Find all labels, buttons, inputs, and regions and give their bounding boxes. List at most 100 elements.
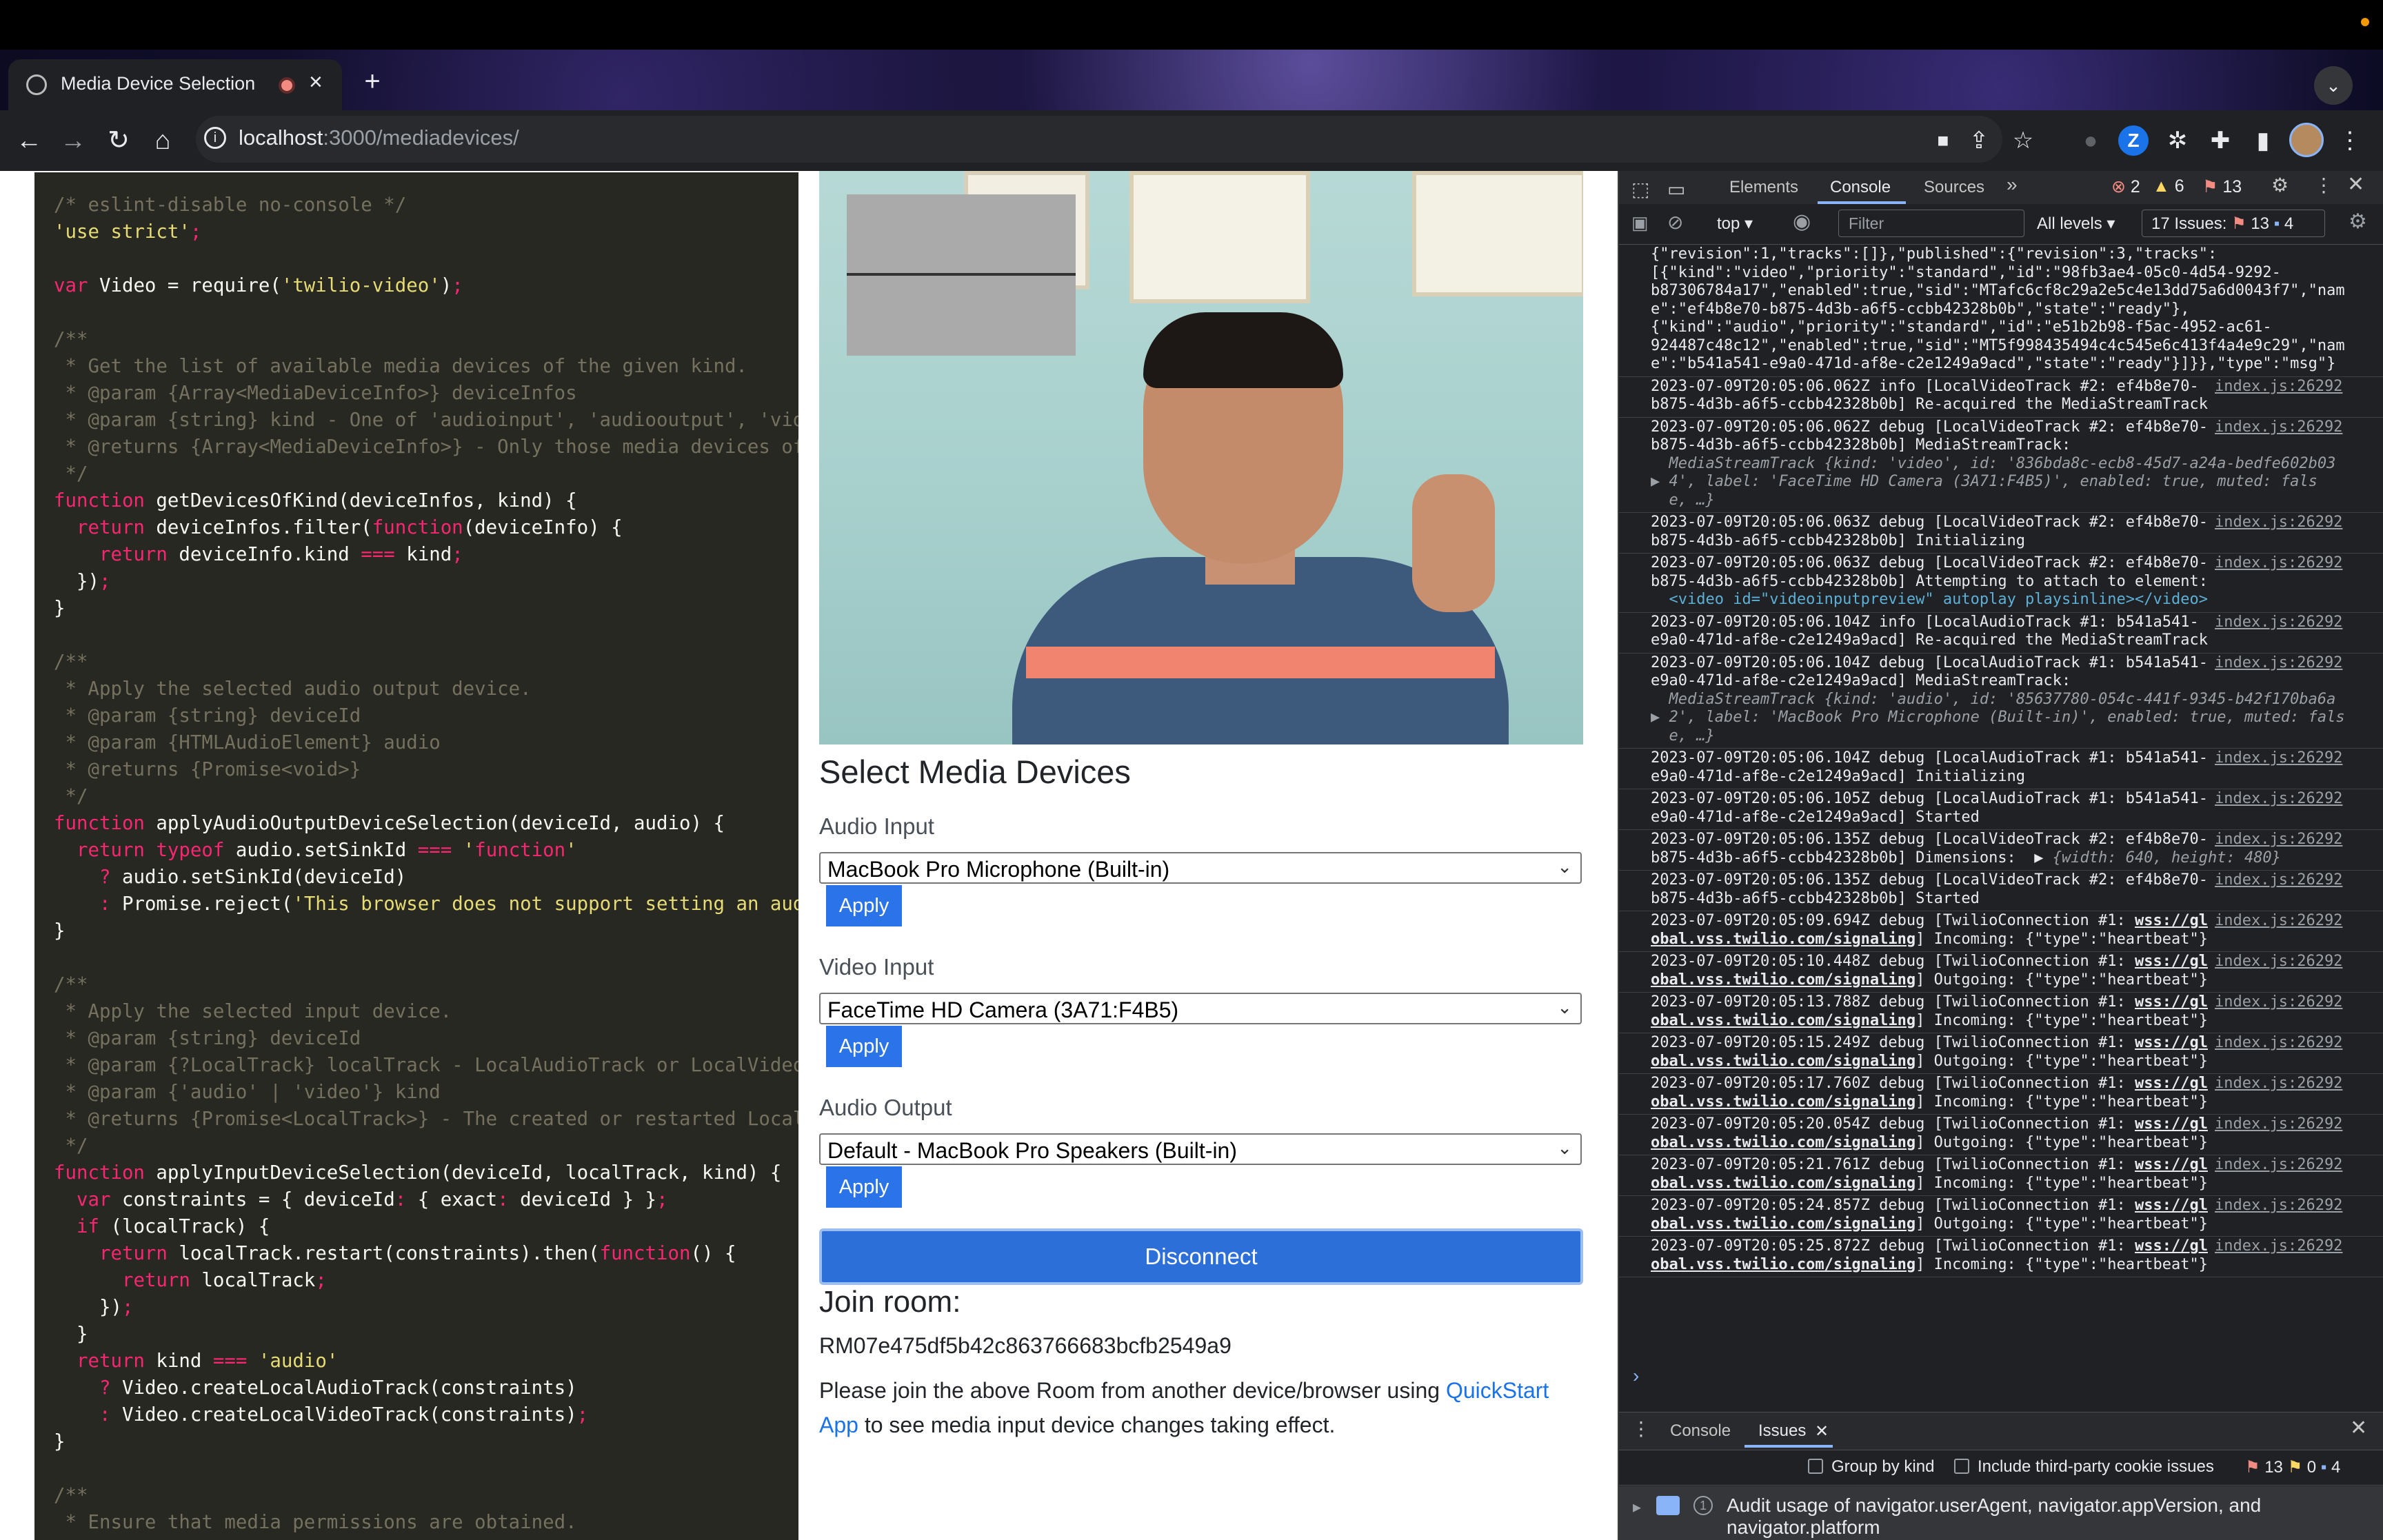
- media-recording-icon: [279, 77, 295, 94]
- tab-console[interactable]: Console: [1830, 178, 1891, 197]
- os-top-bar: [0, 0, 2383, 50]
- close-drawer-icon[interactable]: ✕: [2350, 1416, 2367, 1440]
- video-input-select[interactable]: FaceTime HD Camera (3A71:F4B5) ⌄: [819, 993, 1582, 1024]
- context-select[interactable]: top ▾: [1717, 214, 1753, 234]
- log-levels-select[interactable]: All levels ▾: [2037, 214, 2115, 234]
- code-line: /**: [54, 974, 88, 995]
- third-party-checkbox[interactable]: [1954, 1459, 1969, 1474]
- site-info-icon[interactable]: i: [204, 127, 226, 149]
- source-link[interactable]: index.js:26292: [2215, 1237, 2342, 1255]
- group-by-kind-label: Group by kind: [1831, 1457, 1935, 1476]
- close-devtools-icon[interactable]: ✕: [2347, 172, 2364, 196]
- person-hair: [1143, 312, 1343, 388]
- source-link[interactable]: index.js:26292: [2215, 749, 2342, 767]
- message-separator: [1619, 992, 2383, 993]
- drawer-menu-icon[interactable]: ⋮: [1631, 1417, 1651, 1440]
- camera-icon[interactable]: ■: [1927, 124, 1960, 157]
- device-toggle-icon[interactable]: ▭: [1667, 178, 1685, 201]
- console-filter-input[interactable]: Filter: [1838, 210, 2024, 237]
- source-link[interactable]: index.js:26292: [2215, 790, 2342, 807]
- source-link[interactable]: index.js:26292: [2215, 831, 2342, 848]
- wall-frame: [1129, 171, 1310, 303]
- zoom-extension-icon[interactable]: Z: [2118, 125, 2149, 156]
- tab-elements[interactable]: Elements: [1729, 178, 1798, 197]
- reload-icon[interactable]: ↻: [101, 123, 137, 159]
- issues-summary[interactable]: 17 Issues: ⚑ 13 ▪ 4: [2151, 214, 2293, 234]
- source-link[interactable]: index.js:26292: [2215, 1156, 2342, 1173]
- chevron-down-icon: ⌄: [1557, 1137, 1572, 1158]
- audio-input-select[interactable]: MacBook Pro Microphone (Built-in) ⌄: [819, 852, 1582, 884]
- source-link[interactable]: index.js:26292: [2215, 1075, 2342, 1092]
- drawer-tab-issues[interactable]: Issues: [1758, 1421, 1806, 1441]
- code-line: 'use strict';: [54, 221, 202, 243]
- audio-waveform-line: [847, 273, 1076, 276]
- source-link[interactable]: index.js:26292: [2215, 953, 2342, 970]
- code-line: }: [54, 1431, 66, 1452]
- source-link[interactable]: index.js:26292: [2215, 1197, 2342, 1214]
- source-link[interactable]: index.js:26292: [2215, 654, 2342, 671]
- warning-counter[interactable]: ▲ 6: [2153, 176, 2184, 196]
- source-link[interactable]: index.js:26292: [2215, 1034, 2342, 1051]
- tab-close-icon[interactable]: ×: [309, 69, 323, 96]
- source-link[interactable]: index.js:26292: [2215, 912, 2342, 929]
- apply-audio-input-button[interactable]: Apply: [826, 885, 902, 926]
- clear-console-icon[interactable]: ⊘: [1667, 211, 1683, 234]
- expand-triangle-icon[interactable]: ▸: [1633, 1497, 1641, 1517]
- drawer-tab-console[interactable]: Console: [1670, 1421, 1731, 1441]
- select-value: MacBook Pro Microphone (Built-in): [827, 857, 1170, 882]
- tab-sources[interactable]: Sources: [1924, 178, 1984, 197]
- home-icon[interactable]: ⌂: [145, 123, 181, 159]
- url-text[interactable]: localhost:3000/mediadevices/: [239, 125, 519, 150]
- warning-icon: ▲: [2153, 176, 2170, 196]
- code-line: */: [54, 463, 88, 485]
- new-tab-button[interactable]: +: [357, 66, 388, 97]
- react-devtools-icon[interactable]: ✲: [2161, 124, 2194, 157]
- code-line: * @param {'audio' | 'video'} kind: [54, 1082, 441, 1103]
- source-link[interactable]: index.js:26292: [2215, 418, 2342, 436]
- star-icon[interactable]: ☆: [2007, 124, 2040, 157]
- close-issues-tab-icon[interactable]: ✕: [1815, 1421, 1829, 1441]
- apply-video-input-button[interactable]: Apply: [826, 1026, 902, 1067]
- console-prompt[interactable]: ›: [1633, 1365, 1639, 1387]
- issue-title: Audit usage of navigator.userAgent, navi…: [1727, 1495, 2262, 1538]
- error-counter[interactable]: ⊗ 2: [2111, 176, 2140, 197]
- code-line: * Apply the selected input device.: [54, 1001, 452, 1022]
- code-line: ? Video.createLocalAudioTrack(constraint…: [99, 1377, 577, 1399]
- avatar[interactable]: [2289, 123, 2324, 157]
- message-separator: [1619, 553, 2383, 554]
- source-link[interactable]: index.js:26292: [2215, 871, 2342, 889]
- issue-counter[interactable]: ⚑ 13: [2202, 176, 2242, 197]
- more-tabs-icon[interactable]: »: [2007, 174, 2018, 196]
- back-icon[interactable]: ←: [11, 123, 47, 159]
- source-link[interactable]: index.js:26292: [2215, 514, 2342, 531]
- settings-gear-icon[interactable]: ⚙: [2271, 174, 2289, 196]
- source-link[interactable]: index.js:26292: [2215, 554, 2342, 571]
- code-line: return deviceInfo.kind === kind;: [99, 544, 463, 565]
- page-title: Select Media Devices: [819, 753, 1131, 790]
- devtools-kebab-icon[interactable]: ⋮: [2314, 174, 2333, 196]
- source-link[interactable]: index.js:26292: [2215, 614, 2342, 631]
- source-link[interactable]: index.js:26292: [2215, 993, 2342, 1011]
- share-icon[interactable]: ⇪: [1962, 124, 1995, 157]
- apply-audio-output-button[interactable]: Apply: [826, 1166, 902, 1208]
- inspect-icon[interactable]: ⬚: [1631, 178, 1649, 201]
- message-separator: [1619, 512, 2383, 513]
- puzzle-icon[interactable]: ✚: [2204, 124, 2237, 157]
- code-line: function getDevicesOfKind(deviceInfos, k…: [54, 490, 577, 511]
- sidebar-toggle-icon[interactable]: ▣: [1631, 212, 1649, 234]
- disconnect-button[interactable]: Disconnect: [819, 1228, 1583, 1285]
- code-line: return deviceInfos.filter(function(devic…: [76, 517, 623, 538]
- audio-output-select[interactable]: Default - MacBook Pro Speakers (Built-in…: [819, 1133, 1582, 1165]
- source-code: /* eslint-disable no-console */ 'use str…: [34, 172, 798, 1536]
- source-link[interactable]: index.js:26292: [2215, 378, 2342, 395]
- source-link[interactable]: index.js:26292: [2215, 1115, 2342, 1133]
- code-line: : Promise.reject('This browser does not …: [99, 893, 798, 915]
- eye-icon[interactable]: ◉: [1793, 210, 1811, 234]
- tab-search-button[interactable]: ⌄: [2314, 66, 2353, 105]
- extension-icon[interactable]: ●: [2074, 124, 2107, 157]
- forward-icon[interactable]: →: [55, 123, 91, 159]
- group-by-kind-checkbox[interactable]: [1808, 1459, 1823, 1474]
- kebab-icon[interactable]: ⋮: [2333, 124, 2366, 157]
- sidebar-icon[interactable]: ▮: [2246, 124, 2280, 157]
- console-settings-icon[interactable]: ⚙: [2349, 210, 2367, 234]
